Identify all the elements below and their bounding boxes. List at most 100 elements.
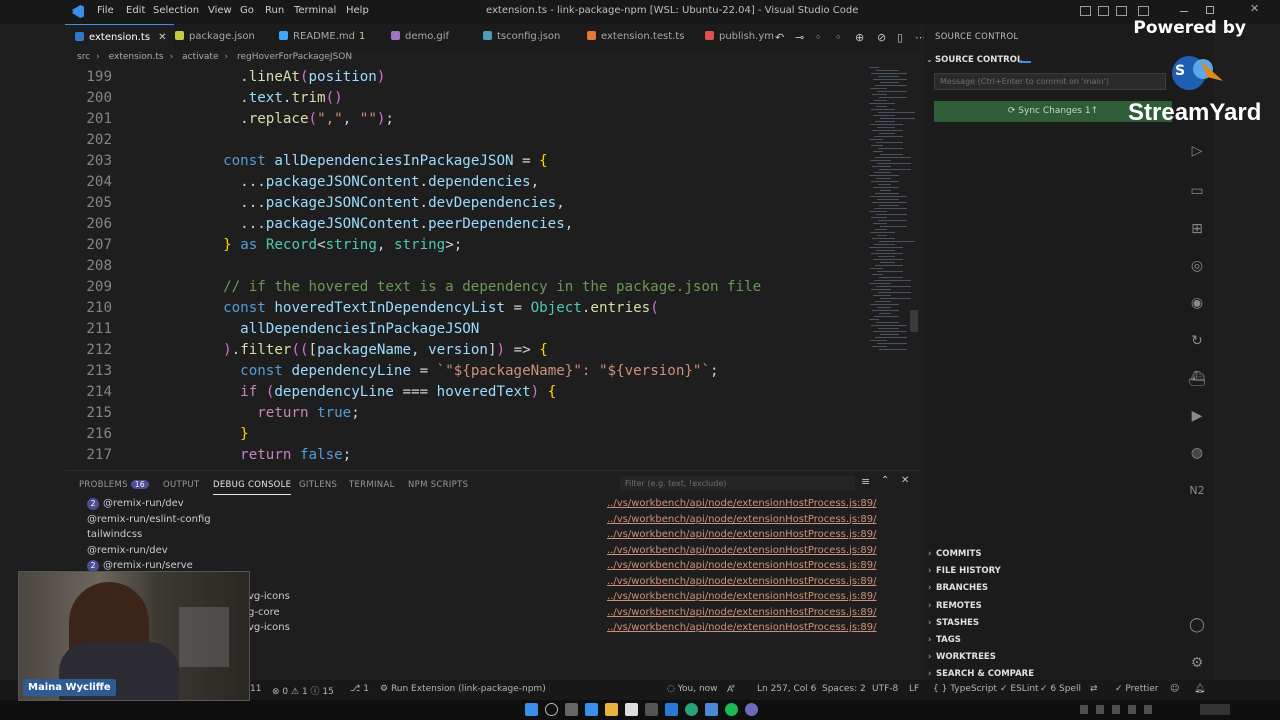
ports-status[interactable]: ⎇ 1 [350,684,369,694]
code-line[interactable]: 201 .replace(",", ""); [65,109,865,130]
tab-tsconfig[interactable]: tsconfig.json [473,24,568,50]
tab-output[interactable]: OUTPUT [163,480,199,490]
nx-console-icon[interactable]: N2 [1188,482,1206,500]
breadcrumb-file[interactable]: extension.ts [109,52,164,62]
tab-readme[interactable]: README.md 1 [269,24,373,50]
source-link[interactable]: ../vs/workbench/api/node/extensionHostPr… [607,622,877,633]
code-line[interactable]: 199 .lineAt(position) [65,67,865,88]
vscode-taskbar-icon[interactable] [585,703,598,716]
gitlens-icon[interactable]: ◎ [1188,257,1206,275]
feedback-icon[interactable]: ☺ [1170,684,1179,694]
section-tags[interactable]: › TAGS [928,635,961,645]
close-window-icon[interactable]: ✕ [1250,2,1259,15]
previous-change-icon[interactable]: ◦ [815,31,822,44]
code-line[interactable]: 205 ...packageJSONContent.devDependencie… [65,193,865,214]
menu-run[interactable]: Run [265,5,284,16]
source-link[interactable]: ../vs/workbench/api/node/extensionHostPr… [607,560,877,571]
breadcrumb-symbol[interactable]: regHoverForPackageJSON [237,52,352,62]
start-icon[interactable] [525,703,538,716]
source-link[interactable]: ../vs/workbench/api/node/extensionHostPr… [607,576,877,587]
code-line[interactable]: 214 if (dependencyLine === hoveredText) … [65,382,865,403]
source-link[interactable]: ../vs/workbench/api/node/extensionHostPr… [607,545,877,556]
prettier-status[interactable]: ✓ Prettier [1115,684,1159,694]
toggle-sidebar-icon[interactable] [1080,6,1091,16]
open-changes-icon[interactable]: ⊕ [855,31,864,44]
source-link[interactable]: ../vs/workbench/api/node/extensionHostPr… [607,591,877,602]
tab-terminal[interactable]: TERMINAL [349,480,395,490]
split-editor-icon[interactable]: ▯ [897,31,903,44]
section-remotes[interactable]: › REMOTES [928,601,982,611]
source-control-section-header[interactable]: SOURCE CONTROL [935,55,1022,65]
tab-extension-ts[interactable]: extension.ts ✕ [65,24,175,50]
manage-gear-icon[interactable]: ⚙ [1188,654,1206,672]
code-line[interactable]: 217 return false; [65,445,865,466]
menu-view[interactable]: View [208,5,232,16]
git-commit-icon[interactable]: ⊸ [795,31,804,44]
commit-message-input[interactable]: Message (Ctrl+Enter to commit on 'main') [934,73,1166,90]
minimize-icon[interactable] [1180,11,1188,12]
source-link[interactable]: ../vs/workbench/api/node/extensionHostPr… [607,514,877,525]
menu-file[interactable]: File [97,5,114,16]
code-line[interactable]: 200 .text.trim() [65,88,865,109]
code-editor[interactable]: 198 const hoveredText = document199 .lin… [65,62,865,468]
code-line[interactable]: 212 ).filter(([packageName, version]) =>… [65,340,865,361]
chat-icon[interactable] [745,703,758,716]
breadcrumb-folder[interactable]: src [77,52,90,62]
code-line[interactable]: 211 allDependenciesInPackageJSON [65,319,865,340]
tab-extension-test[interactable]: extension.test.ts [577,24,692,50]
source-link[interactable]: ../vs/workbench/api/node/extensionHostPr… [607,607,877,618]
customize-layout-icon[interactable] [1138,6,1149,16]
github-icon[interactable]: ◉ [1188,294,1206,312]
cursor-position[interactable]: Ln 257, Col 6 [757,684,816,694]
store-icon[interactable] [625,703,638,716]
source-link[interactable]: ../vs/workbench/api/node/extensionHostPr… [607,498,877,509]
history-icon[interactable]: ↶ [775,31,784,44]
language-mode[interactable]: { } TypeScript [933,684,997,694]
toggle-panel-icon[interactable] [1098,6,1109,16]
app-icon[interactable] [705,703,718,716]
maximize-panel-icon[interactable]: ⌃ [881,475,889,486]
terminal-taskbar-icon[interactable] [645,703,658,716]
code-line[interactable]: 202 [65,130,865,151]
menu-selection[interactable]: Selection [153,5,199,16]
section-branches[interactable]: › BRANCHES [928,583,988,593]
code-line[interactable]: 207 } as Record<string, string>; [65,235,865,256]
eslint-status[interactable]: ✓ ESLint [1000,684,1039,694]
task-view-icon[interactable] [565,703,578,716]
encoding[interactable]: UTF-8 [872,684,898,694]
menu-edit[interactable]: Edit [126,5,145,16]
code-line[interactable]: 208 [65,256,865,277]
edge-icon[interactable] [685,703,698,716]
indentation[interactable]: Spaces: 2 [822,684,866,694]
minimap[interactable] [866,62,916,468]
code-line[interactable]: 216 } [65,424,865,445]
code-line[interactable]: 203 const allDependenciesInPackageJSON =… [65,151,865,172]
toggle-secondary-sidebar-icon[interactable] [1116,6,1127,16]
section-worktrees[interactable]: › WORKTREES [928,652,996,662]
menu-go[interactable]: Go [240,5,254,16]
code-line[interactable]: 209 // if the hovered text is a dependen… [65,277,865,298]
system-tray[interactable] [1080,705,1200,714]
menu-terminal[interactable]: Terminal [294,5,336,16]
file-explorer-icon[interactable] [605,703,618,716]
menu-help[interactable]: Help [346,5,369,16]
chevron-down-icon[interactable]: ⌄ [926,55,933,64]
next-change-icon[interactable]: ◦ [835,31,842,44]
code-line[interactable]: 206 ...packageJSONContent.peerDependenci… [65,214,865,235]
account-icon[interactable]: ◯ [1188,616,1206,634]
search-icon[interactable] [545,703,558,716]
section-stashes[interactable]: › STASHES [928,618,979,628]
edge-devtools-icon[interactable]: ◍ [1188,444,1206,462]
code-line[interactable]: 213 const dependencyLine = `"${packageNa… [65,361,865,382]
tab-demo-gif[interactable]: demo.gif [381,24,457,50]
section-commits[interactable]: › COMMITS [928,549,981,559]
tab-problems[interactable]: PROBLEMS 16 [79,480,149,490]
code-line[interactable]: 210 const hoveredTextInDependencyList = … [65,298,865,319]
breadcrumb-function[interactable]: activate [182,52,218,62]
extensions-icon[interactable]: ⊞ [1188,220,1206,238]
section-file-history[interactable]: › FILE HISTORY [928,566,1001,576]
spotify-icon[interactable] [725,703,738,716]
git-blame-status[interactable]: ◌ You, now [667,684,718,694]
play-icon[interactable]: ▶ [1188,407,1206,425]
code-line[interactable]: 215 return true; [65,403,865,424]
